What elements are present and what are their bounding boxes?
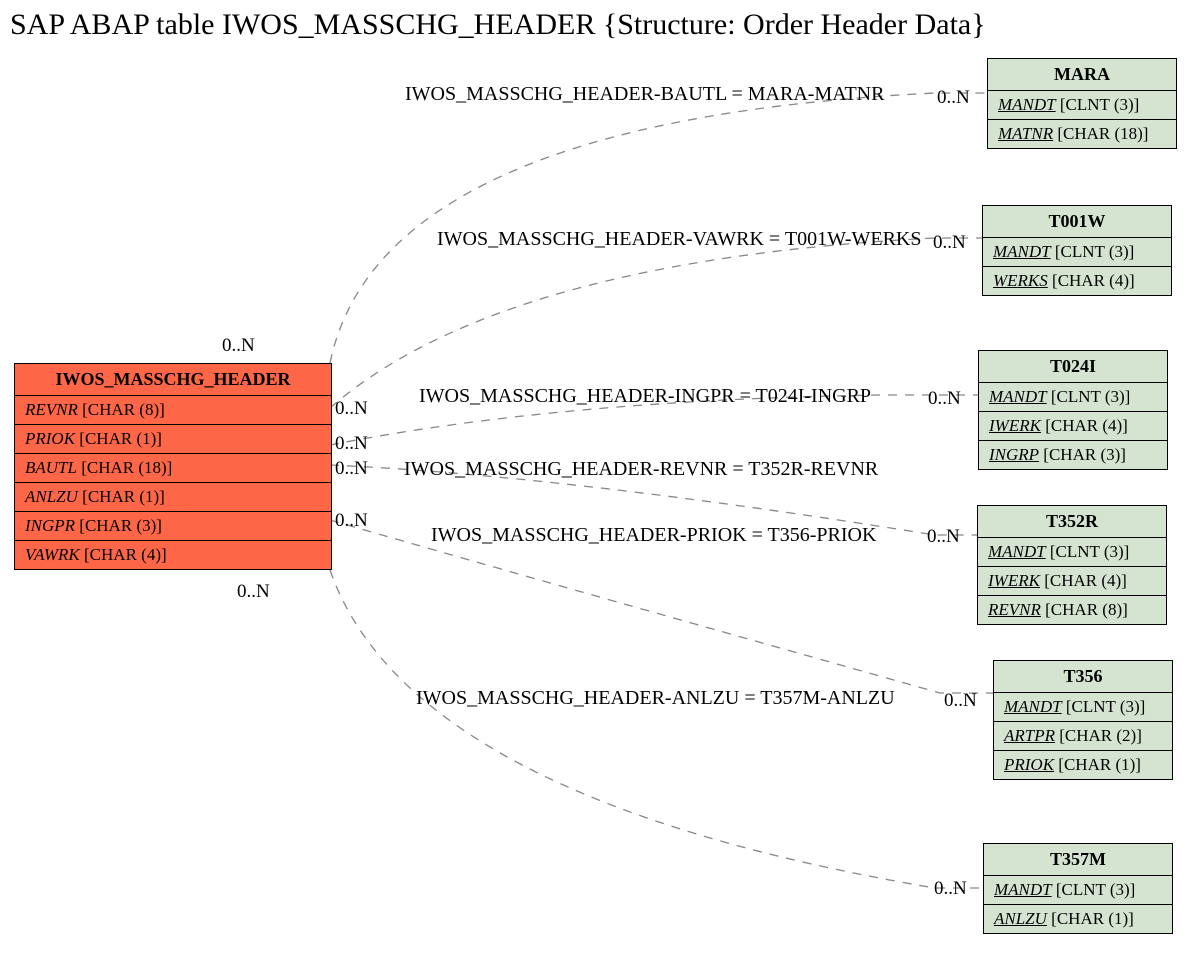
field-type: [CHAR (2)] xyxy=(1059,726,1142,745)
field-type: [CHAR (4)] xyxy=(1045,416,1128,435)
table-t356: T356 MANDT [CLNT (3)] ARTPR [CHAR (2)] P… xyxy=(993,660,1173,780)
field-name: MANDT xyxy=(988,542,1046,561)
cardinality: 0..N xyxy=(237,581,270,603)
field-type: [CHAR (4)] xyxy=(84,545,167,564)
edge-label: IWOS_MASSCHG_HEADER-INGPR = T024I-INGRP xyxy=(419,385,871,408)
field-type: [CLNT (3)] xyxy=(1066,697,1145,716)
cardinality: 0..N xyxy=(335,398,368,420)
field-type: [CLNT (3)] xyxy=(1051,387,1130,406)
cardinality: 0..N xyxy=(335,458,368,480)
table-name: T352R xyxy=(978,506,1166,538)
field-name: INGRP xyxy=(989,445,1039,464)
field-type: [CLNT (3)] xyxy=(1056,880,1135,899)
field-type: [CHAR (18)] xyxy=(1057,124,1148,143)
edge-label: IWOS_MASSCHG_HEADER-BAUTL = MARA-MATNR xyxy=(405,83,884,106)
field-type: [CHAR (4)] xyxy=(1052,271,1135,290)
field-name: MATNR xyxy=(998,124,1053,143)
field-name: REVNR xyxy=(25,400,78,419)
cardinality: 0..N xyxy=(934,878,967,900)
field-name: MANDT xyxy=(994,880,1052,899)
field-type: [CHAR (1)] xyxy=(1051,909,1134,928)
field-name: ARTPR xyxy=(1004,726,1055,745)
field-type: [CHAR (1)] xyxy=(1058,755,1141,774)
field-name: WERKS xyxy=(993,271,1048,290)
cardinality: 0..N xyxy=(944,690,977,712)
table-mara: MARA MANDT [CLNT (3)] MATNR [CHAR (18)] xyxy=(987,58,1177,149)
field-type: [CHAR (1)] xyxy=(82,487,165,506)
table-name: T357M xyxy=(984,844,1172,876)
field-name: MANDT xyxy=(1004,697,1062,716)
cardinality: 0..N xyxy=(335,510,368,532)
field-type: [CHAR (1)] xyxy=(79,429,162,448)
cardinality: 0..N xyxy=(222,335,255,357)
cardinality: 0..N xyxy=(937,87,970,109)
field-name: IWERK xyxy=(988,571,1040,590)
field-name: INGPR xyxy=(25,516,75,535)
table-t352r: T352R MANDT [CLNT (3)] IWERK [CHAR (4)] … xyxy=(977,505,1167,625)
cardinality: 0..N xyxy=(335,433,368,455)
table-t001w: T001W MANDT [CLNT (3)] WERKS [CHAR (4)] xyxy=(982,205,1172,296)
field-name: MANDT xyxy=(998,95,1056,114)
table-name: T001W xyxy=(983,206,1171,238)
field-type: [CLNT (3)] xyxy=(1055,242,1134,261)
field-name: ANLZU xyxy=(25,487,78,506)
field-name: IWERK xyxy=(989,416,1041,435)
field-name: REVNR xyxy=(988,600,1041,619)
edge-label: IWOS_MASSCHG_HEADER-ANLZU = T357M-ANLZU xyxy=(416,687,895,710)
field-type: [CHAR (3)] xyxy=(1043,445,1126,464)
field-name: PRIOK xyxy=(1004,755,1054,774)
field-type: [CHAR (3)] xyxy=(79,516,162,535)
field-name: BAUTL xyxy=(25,458,77,477)
field-type: [CHAR (8)] xyxy=(82,400,165,419)
field-type: [CHAR (4)] xyxy=(1044,571,1127,590)
edge-label: IWOS_MASSCHG_HEADER-REVNR = T352R-REVNR xyxy=(404,458,878,481)
main-table-name: IWOS_MASSCHG_HEADER xyxy=(15,364,331,396)
table-t024i: T024I MANDT [CLNT (3)] IWERK [CHAR (4)] … xyxy=(978,350,1168,470)
main-table: IWOS_MASSCHG_HEADER REVNR [CHAR (8)] PRI… xyxy=(14,363,332,570)
table-name: T024I xyxy=(979,351,1167,383)
cardinality: 0..N xyxy=(933,232,966,254)
field-type: [CLNT (3)] xyxy=(1050,542,1129,561)
table-name: T356 xyxy=(994,661,1172,693)
edge-label: IWOS_MASSCHG_HEADER-PRIOK = T356-PRIOK xyxy=(431,524,876,547)
field-type: [CHAR (18)] xyxy=(81,458,172,477)
field-name: MANDT xyxy=(989,387,1047,406)
page-title: SAP ABAP table IWOS_MASSCHG_HEADER {Stru… xyxy=(10,8,986,42)
cardinality: 0..N xyxy=(927,526,960,548)
table-t357m: T357M MANDT [CLNT (3)] ANLZU [CHAR (1)] xyxy=(983,843,1173,934)
table-name: MARA xyxy=(988,59,1176,91)
field-name: ANLZU xyxy=(994,909,1047,928)
field-type: [CLNT (3)] xyxy=(1060,95,1139,114)
field-type: [CHAR (8)] xyxy=(1045,600,1128,619)
edge-label: IWOS_MASSCHG_HEADER-VAWRK = T001W-WERKS xyxy=(437,228,922,251)
cardinality: 0..N xyxy=(928,388,961,410)
field-name: PRIOK xyxy=(25,429,75,448)
field-name: VAWRK xyxy=(25,545,80,564)
field-name: MANDT xyxy=(993,242,1051,261)
